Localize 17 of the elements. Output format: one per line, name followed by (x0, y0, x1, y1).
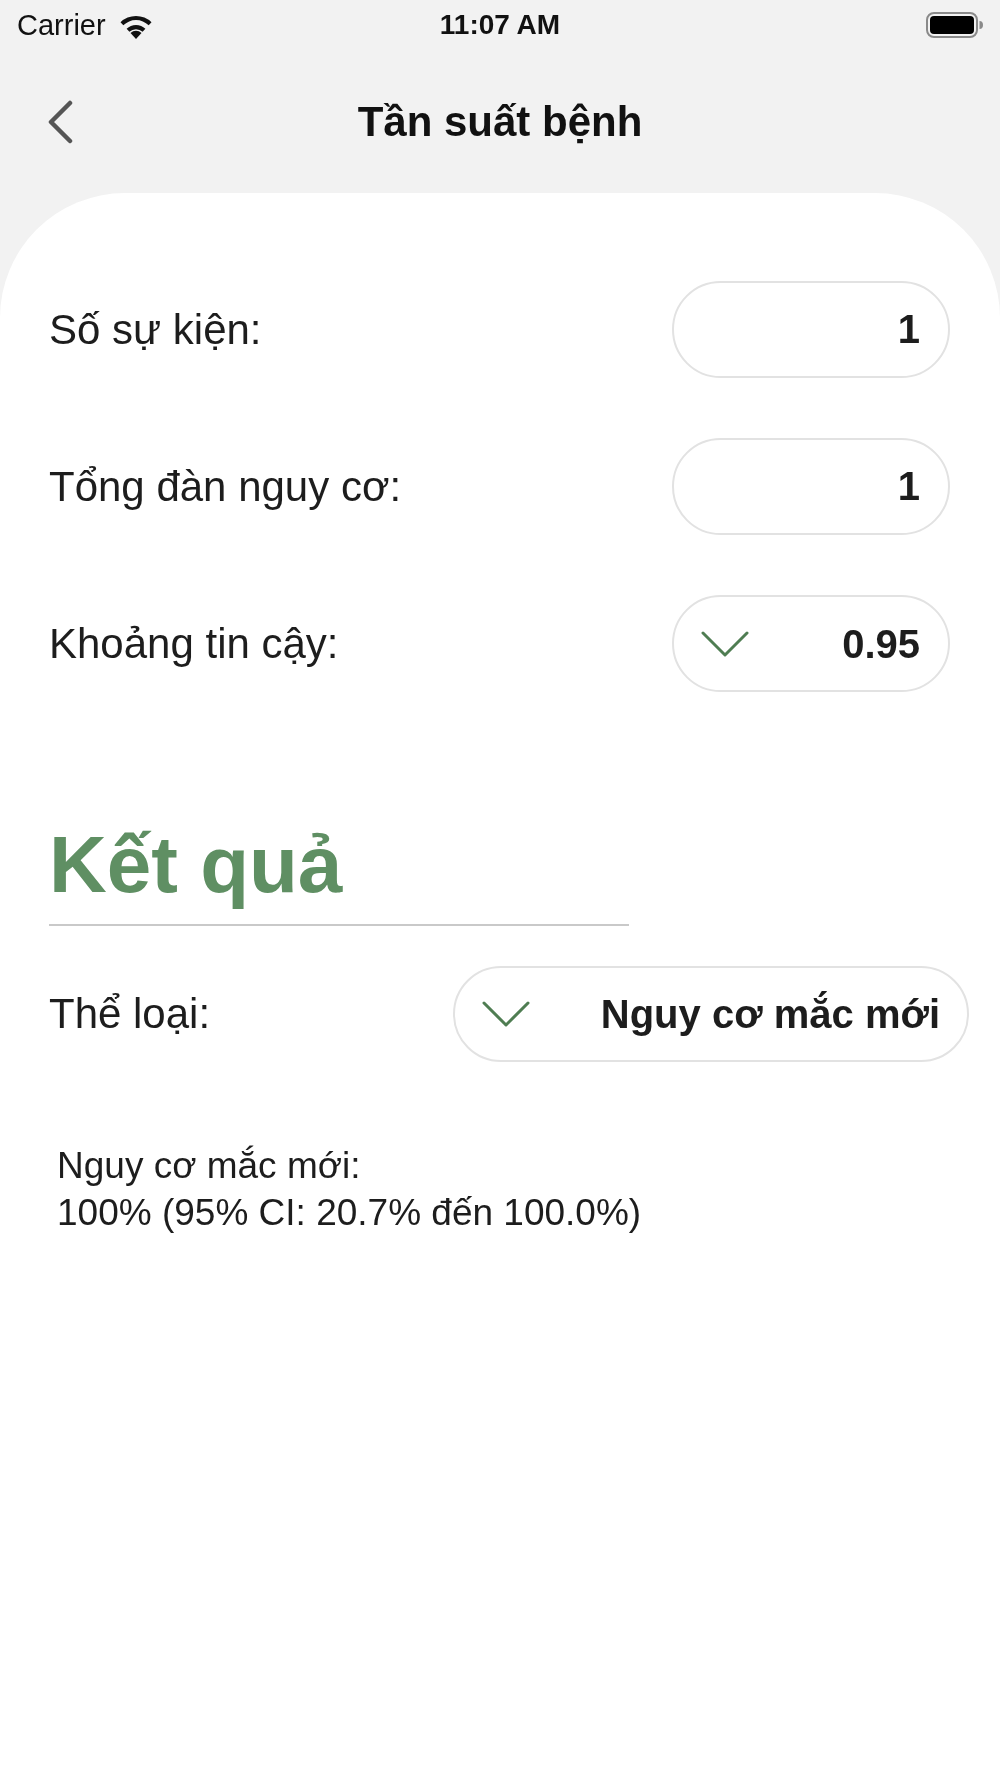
battery-icon (926, 12, 983, 38)
field-label: Tổng đàn nguy cơ: (49, 461, 402, 512)
number-input[interactable]: 1 (672, 438, 950, 535)
dropdown-select[interactable]: 0.95 (672, 595, 950, 692)
field-label: Thể loại: (49, 989, 211, 1039)
screen-title: Tần suất bệnh (357, 96, 643, 147)
chevron-down-icon (701, 629, 749, 658)
category-dropdown[interactable]: Nguy cơ mắc mới (453, 966, 969, 1062)
result-value: 100% (95% CI: 20.7% đến 100.0%) (57, 1191, 642, 1235)
status-time: 11:07 AM (439, 8, 561, 42)
carrier-name: Carrier (17, 8, 106, 42)
field-label: Số sự kiện: (49, 304, 262, 355)
chevron-down-icon (482, 1000, 530, 1028)
number-input[interactable]: 1 (672, 281, 950, 378)
field-label: Khoảng tin cậy: (49, 618, 339, 669)
back-chevron-icon (46, 99, 74, 144)
result-label: Nguy cơ mắc mới: (57, 1144, 361, 1188)
